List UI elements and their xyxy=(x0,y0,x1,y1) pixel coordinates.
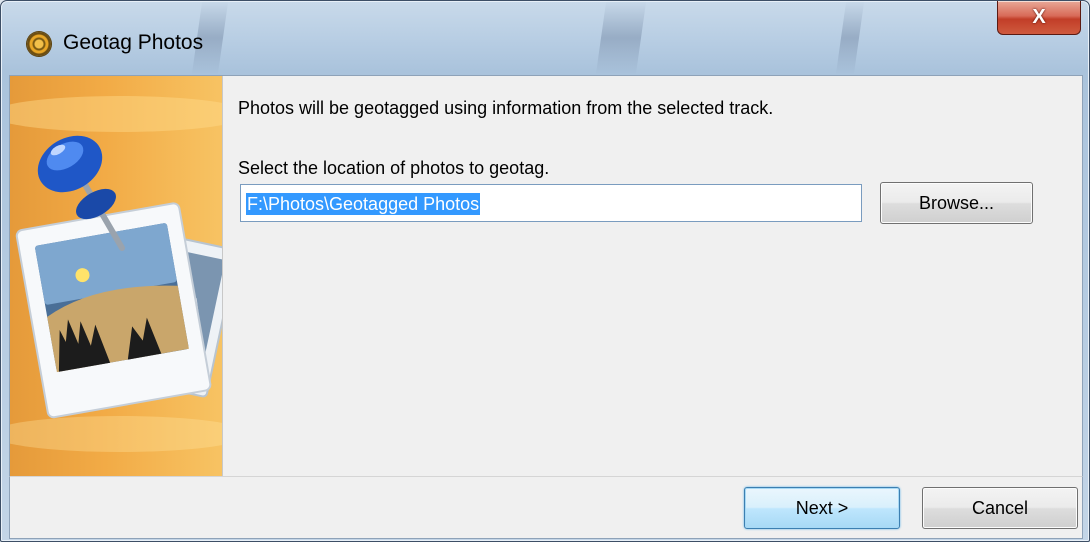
wizard-main: Photos will be geotagged using informati… xyxy=(223,76,1082,476)
close-button[interactable]: X xyxy=(997,1,1081,35)
intro-text: Photos will be geotagged using informati… xyxy=(238,98,774,118)
glass-streak xyxy=(595,1,647,75)
wizard-banner xyxy=(10,76,223,476)
title-bar[interactable]: Geotag Photos X xyxy=(1,1,1089,75)
photo-location-label: Select the location of photos to geotag. xyxy=(238,158,550,178)
photo-location-value: F:\Photos\Geotagged Photos xyxy=(246,193,481,215)
banner-wave xyxy=(10,96,222,132)
glass-streak xyxy=(835,1,865,75)
browse-button[interactable]: Browse... xyxy=(880,182,1033,224)
window-title: Geotag Photos xyxy=(63,31,204,54)
button-bar: Next > Cancel xyxy=(9,476,1083,539)
content-panel: Photos will be geotagged using informati… xyxy=(9,75,1083,477)
compass-icon xyxy=(27,32,51,56)
geotag-photos-dialog: Geotag Photos X Photos will be geotagged… xyxy=(0,0,1090,542)
photo-location-input[interactable]: F:\Photos\Geotagged Photos xyxy=(240,184,862,222)
cancel-button[interactable]: Cancel xyxy=(922,487,1078,529)
next-button[interactable]: Next > xyxy=(744,487,900,529)
close-icon: X xyxy=(1032,6,1046,28)
banner-wave xyxy=(10,416,222,452)
